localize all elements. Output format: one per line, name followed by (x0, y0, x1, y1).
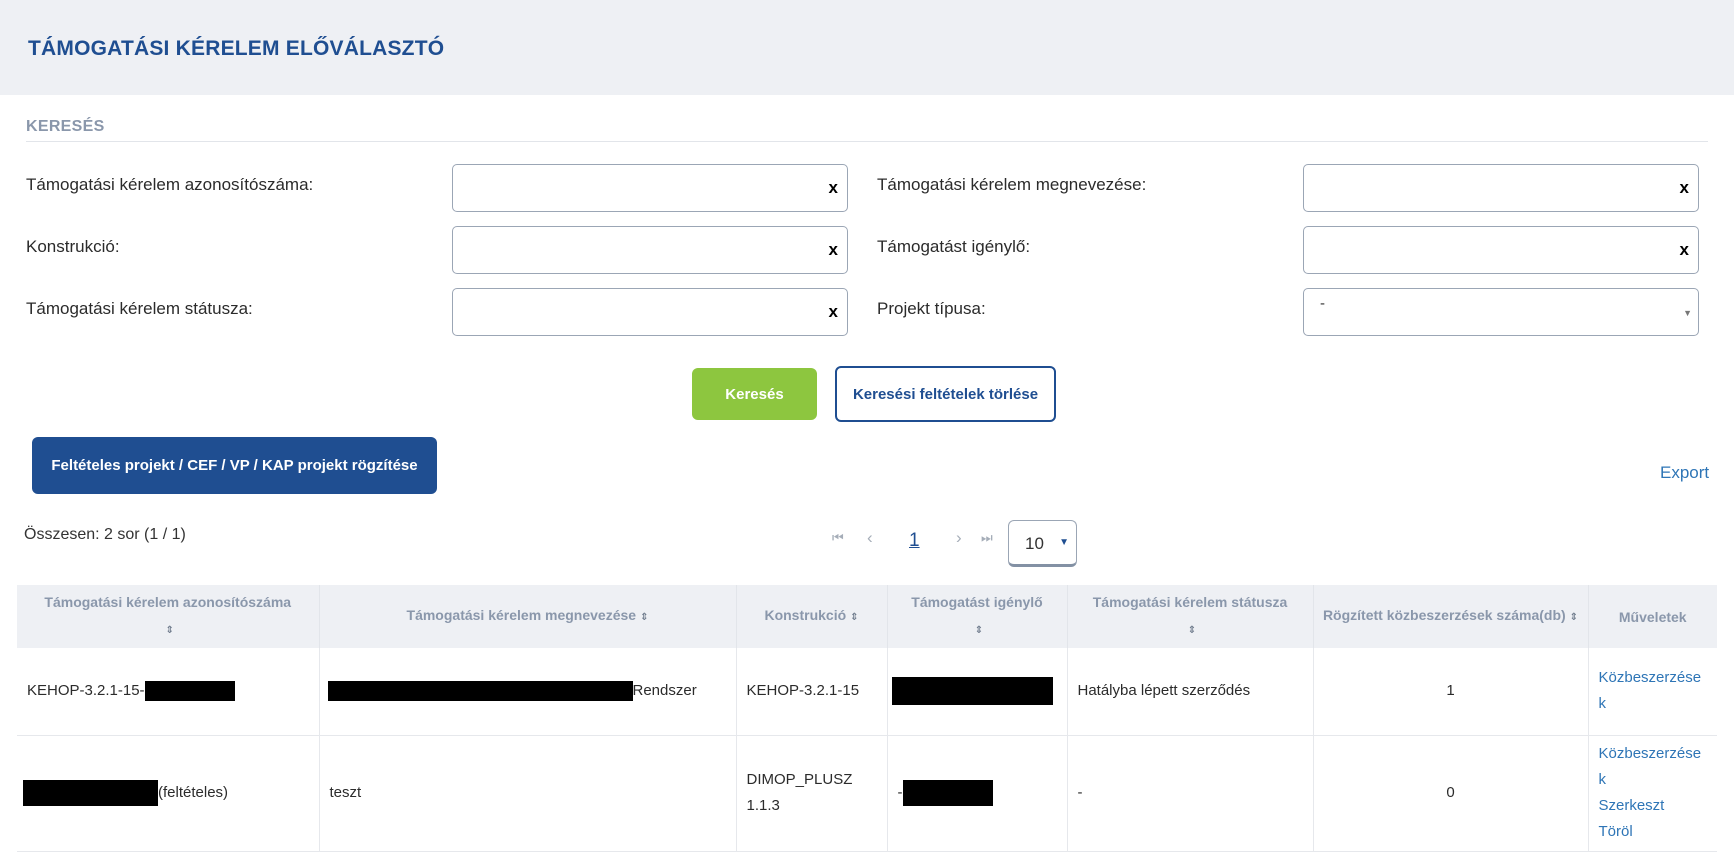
column-header-status[interactable]: Támogatási kérelem státusza ⇕ (1067, 585, 1314, 648)
cell-name: Rendszer (319, 648, 737, 736)
cell-count: 0 (1313, 735, 1589, 852)
cell-actions: Közbeszerzések (1588, 648, 1717, 736)
cell-id: (feltételes) (17, 735, 320, 852)
id-field-clear-icon[interactable]: x (829, 178, 838, 198)
status-field[interactable]: x (452, 288, 848, 336)
redacted-block (23, 780, 158, 807)
cell-count: 1 (1313, 648, 1589, 736)
cell-applicant (887, 648, 1068, 736)
project-type-field-label: Projekt típusa: (877, 299, 986, 318)
redacted-block (891, 677, 1053, 706)
name-field-clear-icon[interactable]: x (1680, 178, 1689, 198)
sort-icon: ⇕ (850, 612, 859, 623)
project-type-value: - (1320, 295, 1325, 312)
chevron-down-icon: ▼ (1059, 537, 1069, 548)
status-field-label: Támogatási kérelem státusza: (26, 299, 253, 318)
last-page-icon[interactable]: ⏭ (981, 530, 993, 546)
cell-status: - (1067, 735, 1314, 852)
cell-id: KEHOP-3.2.1-15- (17, 648, 320, 736)
column-header-id[interactable]: Támogatási kérelem azonosítószáma ⇕ (17, 585, 320, 648)
result-count: Összesen: 2 sor (1 / 1) (24, 526, 186, 543)
prev-page-icon[interactable]: ‹ (867, 528, 873, 548)
sort-icon: ⇕ (1569, 612, 1579, 623)
applicant-field-label: Támogatást igénylő: (877, 237, 1031, 256)
construction-field-label: Konstrukció: (26, 237, 120, 256)
cell-applicant: - (887, 735, 1068, 852)
page-title: TÁMOGATÁSI KÉRELEM ELŐVÁLASZTÓ (28, 37, 445, 60)
table-row: (feltételes) teszt DIMOP_PLUSZ 1.1.3 - -… (17, 735, 1717, 852)
cell-status: Hatályba lépett szerződés (1067, 648, 1314, 736)
table-row: KEHOP-3.2.1-15- Rendszer KEHOP-3.2.1-15 … (17, 648, 1717, 736)
sort-icon: ⇕ (974, 625, 984, 636)
project-type-select[interactable]: - ▼ (1303, 288, 1699, 336)
cell-construction: DIMOP_PLUSZ 1.1.3 (736, 735, 888, 852)
page-size-value: 10 (1025, 534, 1044, 553)
search-section-divider (26, 141, 1708, 142)
sort-icon: ⇕ (640, 612, 649, 623)
column-header-actions: Műveletek (1588, 585, 1717, 648)
search-button[interactable]: Keresés (692, 368, 817, 420)
table-header-row: Támogatási kérelem azonosítószáma ⇕ Támog… (17, 585, 1717, 648)
name-field[interactable]: x (1303, 164, 1699, 212)
id-field-label: Támogatási kérelem azonosítószáma: (26, 175, 314, 194)
next-page-icon[interactable]: › (956, 528, 962, 548)
first-page-icon[interactable]: ⏮ (832, 530, 844, 546)
delete-link[interactable]: Töröl (1599, 819, 1708, 845)
cell-construction: KEHOP-3.2.1-15 (736, 648, 888, 736)
page-header: TÁMOGATÁSI KÉRELEM ELŐVÁLASZTÓ (0, 0, 1734, 95)
edit-link[interactable]: Szerkeszt (1599, 793, 1708, 819)
sort-icon: ⇕ (165, 625, 174, 636)
construction-field-clear-icon[interactable]: x (829, 240, 838, 260)
reset-filters-button[interactable]: Keresési feltételek törlése (835, 366, 1056, 422)
status-field-clear-icon[interactable]: x (829, 302, 838, 322)
page-number[interactable]: 1 (909, 530, 920, 552)
id-field[interactable]: x (452, 164, 848, 212)
name-field-label: Támogatási kérelem megnevezése: (877, 175, 1147, 194)
redacted-block (902, 780, 993, 807)
cell-actions: Közbeszerzések Szerkeszt Töröl (1588, 735, 1717, 852)
column-header-name[interactable]: Támogatási kérelem megnevezése ⇕ (319, 585, 737, 648)
procurement-link[interactable]: Közbeszerzések (1599, 665, 1708, 717)
applicant-field-clear-icon[interactable]: x (1680, 240, 1689, 260)
construction-field[interactable]: x (452, 226, 848, 274)
redacted-block (327, 681, 633, 702)
export-link[interactable]: Export (1660, 463, 1709, 483)
applicant-field[interactable]: x (1303, 226, 1699, 274)
page-size-select[interactable]: 10 ▼ (1008, 520, 1077, 567)
redacted-block (144, 681, 235, 702)
procurement-link[interactable]: Közbeszerzések (1599, 741, 1708, 793)
column-header-applicant[interactable]: Támogatást igénylő ⇕ (887, 585, 1068, 648)
new-project-button[interactable]: Feltételes projekt / CEF / VP / KAP proj… (32, 437, 437, 494)
column-header-construction[interactable]: Konstrukció ⇕ (736, 585, 888, 648)
column-header-procurement-count[interactable]: Rögzített közbeszerzések száma(db) ⇕ (1313, 585, 1589, 648)
chevron-down-icon: ▼ (1683, 308, 1692, 318)
cell-name: teszt (319, 735, 737, 852)
results-table: Támogatási kérelem azonosítószáma ⇕ Támog… (17, 585, 1717, 852)
sort-icon: ⇕ (1187, 625, 1197, 636)
search-section-title: KERESÉS (26, 118, 105, 135)
